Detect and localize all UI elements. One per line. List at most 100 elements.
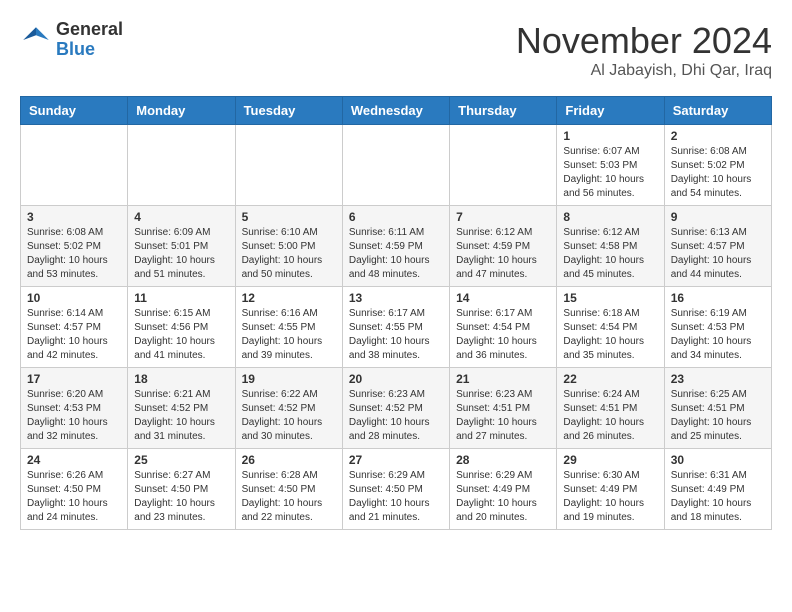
day-number: 4 — [134, 210, 228, 224]
calendar-cell — [450, 125, 557, 206]
weekday-header-row: SundayMondayTuesdayWednesdayThursdayFrid… — [21, 97, 772, 125]
day-info: Sunrise: 6:17 AM Sunset: 4:55 PM Dayligh… — [349, 307, 443, 363]
day-info: Sunrise: 6:19 AM Sunset: 4:53 PM Dayligh… — [671, 307, 765, 363]
calendar-cell: 4 Sunrise: 6:09 AM Sunset: 5:01 PM Daylig… — [128, 206, 235, 287]
day-number: 7 — [456, 210, 550, 224]
calendar-cell — [342, 125, 449, 206]
calendar-cell — [128, 125, 235, 206]
day-number: 24 — [27, 453, 121, 467]
day-number: 15 — [563, 291, 657, 305]
page-header: General Blue November 2024 Al Jabayish, … — [20, 20, 772, 80]
day-number: 1 — [563, 129, 657, 143]
weekday-header-thursday: Thursday — [450, 97, 557, 125]
day-info: Sunrise: 6:30 AM Sunset: 4:49 PM Dayligh… — [563, 469, 657, 525]
calendar-cell: 12 Sunrise: 6:16 AM Sunset: 4:55 PM Dayli… — [235, 287, 342, 368]
location: Al Jabayish, Dhi Qar, Iraq — [516, 62, 772, 80]
weekday-header-wednesday: Wednesday — [342, 97, 449, 125]
day-number: 19 — [242, 372, 336, 386]
day-info: Sunrise: 6:09 AM Sunset: 5:01 PM Dayligh… — [134, 226, 228, 282]
calendar-cell: 21 Sunrise: 6:23 AM Sunset: 4:51 PM Dayli… — [450, 368, 557, 449]
day-info: Sunrise: 6:16 AM Sunset: 4:55 PM Dayligh… — [242, 307, 336, 363]
day-info: Sunrise: 6:26 AM Sunset: 4:50 PM Dayligh… — [27, 469, 121, 525]
calendar-cell: 1 Sunrise: 6:07 AM Sunset: 5:03 PM Daylig… — [557, 125, 664, 206]
day-info: Sunrise: 6:12 AM Sunset: 4:59 PM Dayligh… — [456, 226, 550, 282]
day-number: 8 — [563, 210, 657, 224]
day-info: Sunrise: 6:07 AM Sunset: 5:03 PM Dayligh… — [563, 145, 657, 201]
calendar-table: SundayMondayTuesdayWednesdayThursdayFrid… — [20, 96, 772, 530]
calendar-cell: 8 Sunrise: 6:12 AM Sunset: 4:58 PM Daylig… — [557, 206, 664, 287]
calendar-cell: 7 Sunrise: 6:12 AM Sunset: 4:59 PM Daylig… — [450, 206, 557, 287]
day-number: 3 — [27, 210, 121, 224]
day-info: Sunrise: 6:10 AM Sunset: 5:00 PM Dayligh… — [242, 226, 336, 282]
day-info: Sunrise: 6:15 AM Sunset: 4:56 PM Dayligh… — [134, 307, 228, 363]
calendar-cell: 29 Sunrise: 6:30 AM Sunset: 4:49 PM Dayli… — [557, 449, 664, 530]
day-info: Sunrise: 6:22 AM Sunset: 4:52 PM Dayligh… — [242, 388, 336, 444]
day-number: 2 — [671, 129, 765, 143]
day-number: 11 — [134, 291, 228, 305]
calendar-week-3: 10 Sunrise: 6:14 AM Sunset: 4:57 PM Dayli… — [21, 287, 772, 368]
calendar-cell: 18 Sunrise: 6:21 AM Sunset: 4:52 PM Dayli… — [128, 368, 235, 449]
day-number: 20 — [349, 372, 443, 386]
day-number: 25 — [134, 453, 228, 467]
day-info: Sunrise: 6:18 AM Sunset: 4:54 PM Dayligh… — [563, 307, 657, 363]
logo: General Blue — [20, 20, 123, 60]
day-info: Sunrise: 6:12 AM Sunset: 4:58 PM Dayligh… — [563, 226, 657, 282]
calendar-cell: 23Sunrise: 6:25 AM Sunset: 4:51 PM Dayli… — [664, 368, 771, 449]
day-info: Sunrise: 6:29 AM Sunset: 4:49 PM Dayligh… — [456, 469, 550, 525]
day-info: Sunrise: 6:11 AM Sunset: 4:59 PM Dayligh… — [349, 226, 443, 282]
calendar-cell: 30Sunrise: 6:31 AM Sunset: 4:49 PM Dayli… — [664, 449, 771, 530]
day-info: Sunrise: 6:28 AM Sunset: 4:50 PM Dayligh… — [242, 469, 336, 525]
day-info: Sunrise: 6:14 AM Sunset: 4:57 PM Dayligh… — [27, 307, 121, 363]
day-info: Sunrise: 6:20 AM Sunset: 4:53 PM Dayligh… — [27, 388, 121, 444]
day-info: Sunrise: 6:21 AM Sunset: 4:52 PM Dayligh… — [134, 388, 228, 444]
calendar-cell: 19 Sunrise: 6:22 AM Sunset: 4:52 PM Dayli… — [235, 368, 342, 449]
weekday-header-tuesday: Tuesday — [235, 97, 342, 125]
calendar-cell: 25Sunrise: 6:27 AM Sunset: 4:50 PM Dayli… — [128, 449, 235, 530]
day-number: 18 — [134, 372, 228, 386]
calendar-week-4: 17 Sunrise: 6:20 AM Sunset: 4:53 PM Dayli… — [21, 368, 772, 449]
calendar-cell — [235, 125, 342, 206]
calendar-cell: 17 Sunrise: 6:20 AM Sunset: 4:53 PM Dayli… — [21, 368, 128, 449]
day-info: Sunrise: 6:23 AM Sunset: 4:52 PM Dayligh… — [349, 388, 443, 444]
day-number: 22 — [563, 372, 657, 386]
calendar-cell: 10 Sunrise: 6:14 AM Sunset: 4:57 PM Dayli… — [21, 287, 128, 368]
logo-text: General Blue — [56, 20, 123, 60]
day-info: Sunrise: 6:24 AM Sunset: 4:51 PM Dayligh… — [563, 388, 657, 444]
day-number: 21 — [456, 372, 550, 386]
day-info: Sunrise: 6:17 AM Sunset: 4:54 PM Dayligh… — [456, 307, 550, 363]
day-number: 26 — [242, 453, 336, 467]
day-number: 29 — [563, 453, 657, 467]
calendar-cell: 15 Sunrise: 6:18 AM Sunset: 4:54 PM Dayli… — [557, 287, 664, 368]
day-number: 5 — [242, 210, 336, 224]
weekday-header-saturday: Saturday — [664, 97, 771, 125]
calendar-cell — [21, 125, 128, 206]
logo-blue: Blue — [56, 40, 123, 60]
day-number: 12 — [242, 291, 336, 305]
calendar-cell: 24 Sunrise: 6:26 AM Sunset: 4:50 PM Dayli… — [21, 449, 128, 530]
calendar-cell: 9Sunrise: 6:13 AM Sunset: 4:57 PM Daylig… — [664, 206, 771, 287]
calendar-cell: 3Sunrise: 6:08 AM Sunset: 5:02 PM Daylig… — [21, 206, 128, 287]
calendar-cell: 27Sunrise: 6:29 AM Sunset: 4:50 PM Dayli… — [342, 449, 449, 530]
day-info: Sunrise: 6:23 AM Sunset: 4:51 PM Dayligh… — [456, 388, 550, 444]
weekday-header-monday: Monday — [128, 97, 235, 125]
day-info: Sunrise: 6:31 AM Sunset: 4:49 PM Dayligh… — [671, 469, 765, 525]
day-number: 6 — [349, 210, 443, 224]
day-number: 23 — [671, 372, 765, 386]
day-number: 17 — [27, 372, 121, 386]
calendar-week-2: 3Sunrise: 6:08 AM Sunset: 5:02 PM Daylig… — [21, 206, 772, 287]
day-info: Sunrise: 6:08 AM Sunset: 5:02 PM Dayligh… — [671, 145, 765, 201]
calendar-cell: 5 Sunrise: 6:10 AM Sunset: 5:00 PM Daylig… — [235, 206, 342, 287]
month-title: November 2024 — [516, 20, 772, 62]
weekday-header-sunday: Sunday — [21, 97, 128, 125]
title-block: November 2024 Al Jabayish, Dhi Qar, Iraq — [516, 20, 772, 80]
day-info: Sunrise: 6:29 AM Sunset: 4:50 PM Dayligh… — [349, 469, 443, 525]
logo-icon — [20, 24, 52, 56]
calendar-cell: 20 Sunrise: 6:23 AM Sunset: 4:52 PM Dayli… — [342, 368, 449, 449]
day-number: 28 — [456, 453, 550, 467]
calendar-cell: 28 Sunrise: 6:29 AM Sunset: 4:49 PM Dayli… — [450, 449, 557, 530]
day-number: 14 — [456, 291, 550, 305]
calendar-cell: 14 Sunrise: 6:17 AM Sunset: 4:54 PM Dayli… — [450, 287, 557, 368]
calendar-cell: 13Sunrise: 6:17 AM Sunset: 4:55 PM Dayli… — [342, 287, 449, 368]
calendar-cell: 16Sunrise: 6:19 AM Sunset: 4:53 PM Dayli… — [664, 287, 771, 368]
day-number: 10 — [27, 291, 121, 305]
